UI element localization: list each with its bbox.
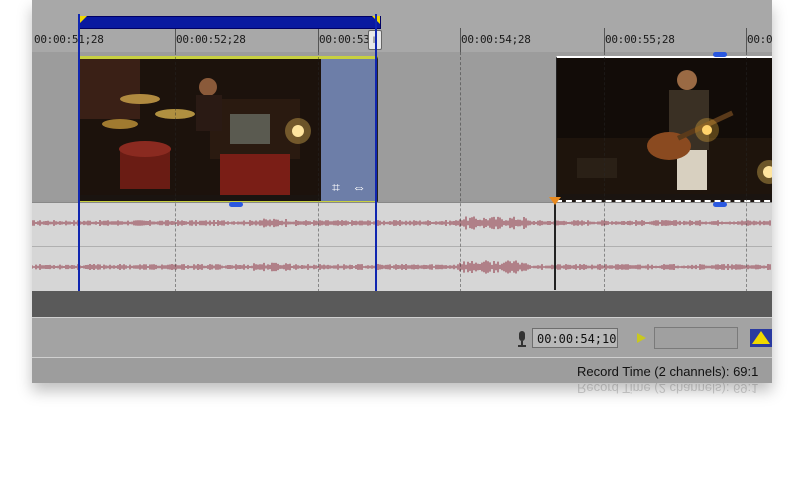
marker-triangle-icon[interactable] [637,333,646,343]
gridline [746,52,747,292]
record-time-bar: Record Time (2 channels): 69:1 [32,357,772,383]
timeline-editor: 00:00:51;28 00:00:52;28 00:00:53; 00:00:… [32,0,772,383]
selection-end-line[interactable] [375,14,377,298]
audio-track[interactable] [32,202,772,292]
timeline-overview-icon[interactable] [750,329,772,347]
gridline [175,52,176,292]
ruler-label: 00:00:51;28 [34,33,104,46]
video-track[interactable]: ⌗ ⇔ [32,52,772,204]
ruler-label: 00:00:55;28 [605,33,675,46]
playhead[interactable] [554,200,556,290]
pan-icon[interactable]: ⇔ [350,179,368,195]
video-clip-guitarist[interactable] [556,56,772,202]
loop-start-handle[interactable] [79,16,87,24]
gridline [460,52,461,292]
reflection: Record Time (2 channels): 69:1 [32,383,772,423]
fade-handle-icon[interactable] [713,52,727,57]
gridline [604,52,605,292]
drummer-thumbnail [80,59,321,201]
time-ruler[interactable]: 00:00:51;28 00:00:52;28 00:00:53; 00:00:… [32,0,772,53]
transport-status-bar: 00:00:54;10 [32,317,772,358]
fade-handle-icon[interactable] [713,202,727,207]
crop-icon[interactable]: ⌗ [327,179,345,195]
microphone-icon[interactable] [516,330,528,348]
audio-waveform [32,216,771,274]
timeline-scrollbar[interactable] [32,291,772,317]
fade-handle-icon[interactable] [229,202,243,207]
current-time-display[interactable]: 00:00:54;10 [532,328,618,348]
ruler-label: 00:00:5 [747,33,772,46]
guitarist-thumbnail [557,58,772,200]
video-clip-drummer[interactable]: ⌗ ⇔ [79,56,378,204]
playhead-marker-icon[interactable] [549,197,561,205]
record-time-text: Record Time (2 channels): 69:1 [577,364,759,379]
record-time-reflection: Record Time (2 channels): 69:1 [577,383,759,396]
gridline [318,52,319,292]
selection-length-display[interactable] [654,327,738,349]
selection-start-line[interactable] [78,14,80,298]
ruler-label: 00:00:54;28 [461,33,531,46]
channel-divider [32,246,772,247]
ruler-label: 00:00:52;28 [176,33,246,46]
loop-region-bar[interactable] [79,16,381,29]
